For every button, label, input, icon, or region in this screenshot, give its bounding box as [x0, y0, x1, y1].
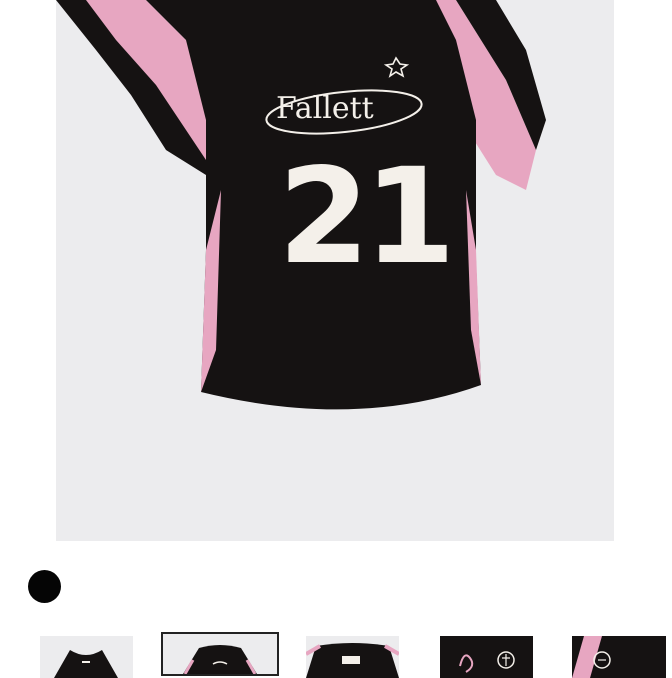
thumbnail-2[interactable] — [161, 632, 279, 676]
main-product-image[interactable]: Fallett 21 — [56, 0, 614, 541]
color-swatch-black[interactable] — [28, 570, 61, 603]
jersey-back-illustration: Fallett 21 — [56, 0, 546, 410]
jersey-number: 21 — [278, 140, 450, 294]
jersey-back-thumb-icon — [183, 645, 257, 674]
logo-text: Fallett — [276, 91, 374, 126]
thumbnail-strip — [0, 630, 672, 678]
